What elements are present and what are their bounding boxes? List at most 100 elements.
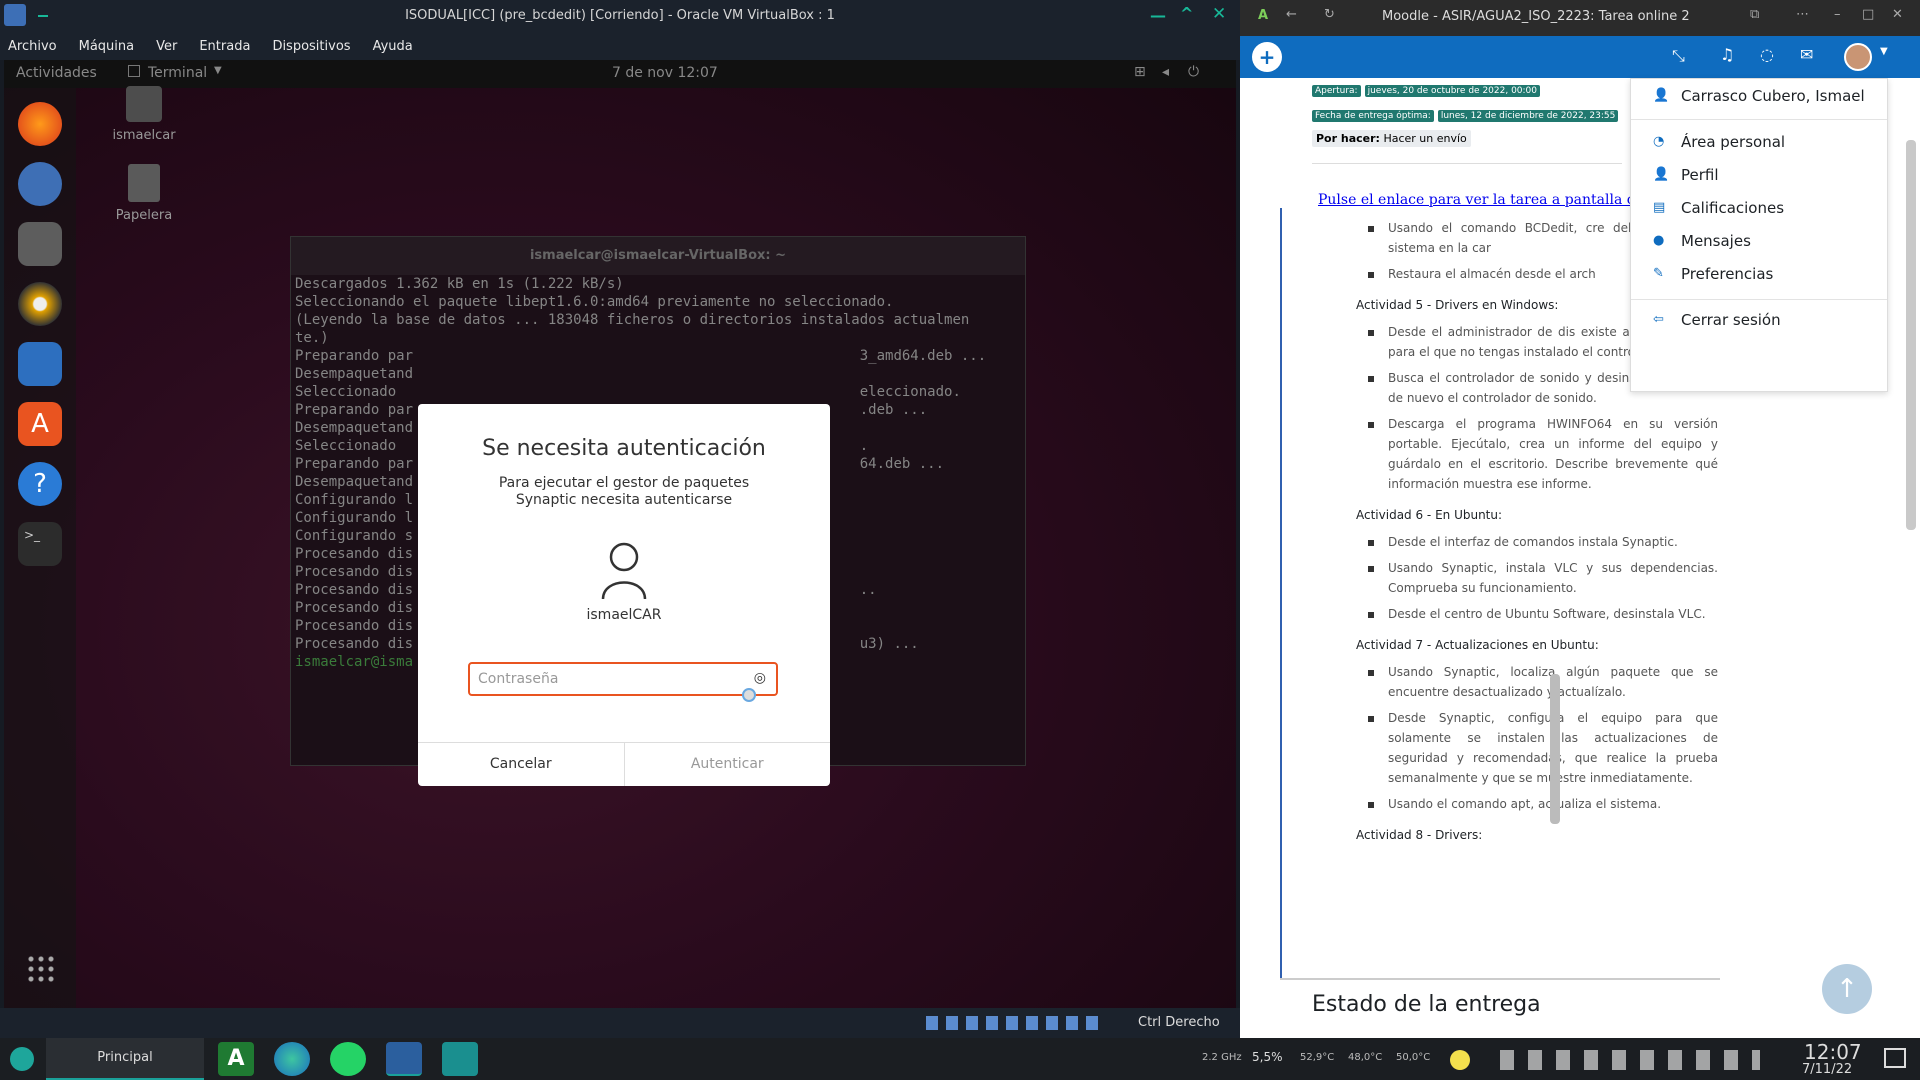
files-task-icon[interactable]	[442, 1042, 478, 1076]
chevron-down-icon: ▼	[214, 65, 222, 76]
start-menu-icon[interactable]	[10, 1047, 34, 1071]
virtualbox-task-icon[interactable]	[386, 1042, 422, 1076]
maximize-icon[interactable]: □	[1862, 7, 1874, 22]
ubuntu-dock: A ? >_	[4, 88, 76, 1008]
cancel-button[interactable]: Cancelar	[418, 743, 625, 786]
activity-heading: Actividad 7 - Actualizaciones en Ubuntu:	[1356, 638, 1599, 652]
rhythmbox-icon[interactable]	[18, 282, 62, 326]
authenticate-button[interactable]: Autenticar	[625, 743, 831, 786]
vbox-titlebar: ISODUAL[ICC] (pre_bcdedit) [Corriendo] -…	[0, 0, 1240, 32]
menu-preferencias[interactable]: ✎ Preferencias	[1631, 259, 1887, 289]
minimize-button[interactable]: —	[1150, 6, 1166, 25]
user-menu-name[interactable]: 👤 Carrasco Cubero, Ismael	[1631, 81, 1887, 111]
horizontal-scrollbar[interactable]	[1280, 978, 1720, 980]
browser-window: A ← ↻ Moodle - ASIR/AGUA2_ISO_2223: Tare…	[1240, 0, 1920, 1038]
whatsapp-icon[interactable]	[330, 1042, 366, 1076]
dialog-buttons: Cancelar Autenticar	[418, 742, 830, 786]
temperature-3: 50,0°C	[1396, 1052, 1431, 1063]
page-scrollbar[interactable]	[1906, 140, 1916, 530]
vbox-title: ISODUAL[ICC] (pre_bcdedit) [Corriendo] -…	[405, 8, 835, 23]
menu-dispositivos[interactable]: Dispositivos	[272, 39, 350, 54]
logout-icon: ⇦	[1653, 312, 1664, 327]
dialog-username: ismaelCAR	[586, 607, 662, 623]
password-field[interactable]: Contraseña ◎	[468, 662, 778, 696]
add-icon[interactable]: +	[1252, 42, 1282, 72]
menu-calificaciones[interactable]: ▤ Calificaciones	[1631, 193, 1887, 223]
terminal-icon[interactable]: >_	[18, 522, 62, 566]
cpu-frequency: 2.2 GHz	[1202, 1052, 1242, 1063]
date-label: Apertura:	[1312, 85, 1361, 97]
power-icon[interactable]: ⏻	[1188, 64, 1199, 80]
moodle-navbar: + ⤡ ♫ ◌ ✉ ▼	[1240, 36, 1920, 78]
guest-screen[interactable]: Actividades Terminal ▼ 7 de nov 12:07 ⊞ …	[4, 60, 1236, 1008]
menu-entrada[interactable]: Entrada	[199, 39, 250, 54]
date-value: lunes, 12 de diciembre de 2022, 23:55	[1437, 110, 1619, 122]
user-menu-dropdown: 👤 Carrasco Cubero, Ismael ◔ Área personal …	[1630, 78, 1888, 392]
edge-icon[interactable]	[274, 1042, 310, 1076]
terminal-line: Seleccionando el paquete libept1.6.0:amd…	[295, 294, 894, 310]
minimize-icon[interactable]: –	[1834, 7, 1841, 22]
thunderbird-icon[interactable]	[18, 162, 62, 206]
more-icon[interactable]: ⋯	[1796, 7, 1809, 22]
workspace-button[interactable]: Principal	[46, 1038, 204, 1080]
app-icon[interactable]: ⧉	[1750, 7, 1759, 22]
weather-icon[interactable]	[1450, 1050, 1470, 1070]
mail-icon[interactable]: ✉	[1800, 45, 1813, 64]
dialog-title: Se necesita autenticación	[482, 436, 766, 461]
network-icon: ⊞	[1134, 64, 1146, 80]
menu-ver[interactable]: Ver	[156, 39, 177, 54]
files-icon[interactable]	[18, 222, 62, 266]
clock-date[interactable]: 7/11/22	[1802, 1062, 1852, 1077]
menu-logout[interactable]: ⇦ Cerrar sesión	[1631, 305, 1887, 335]
refresh-icon[interactable]: ↻	[1324, 7, 1335, 22]
chat-icon[interactable]: ◌	[1760, 45, 1774, 64]
terminal-line: te.)	[295, 330, 329, 346]
vbox-menubar: Archivo Máquina Ver Entrada Dispositivos…	[0, 32, 1240, 60]
terminal-line: Preparando par 3_amd64.deb ...	[295, 348, 987, 364]
trash-icon	[128, 164, 160, 202]
menu-area-personal[interactable]: ◔ Área personal	[1631, 127, 1887, 157]
app-menu[interactable]: Terminal	[148, 65, 207, 81]
moodle-app-icon[interactable]: A	[218, 1042, 254, 1076]
todo-value: Hacer un envío	[1383, 132, 1467, 145]
submission-status-heading: Estado de la entrega	[1312, 992, 1541, 1017]
libreoffice-writer-icon[interactable]	[18, 342, 62, 386]
close-icon[interactable]: ✕	[1892, 7, 1903, 22]
divider	[1312, 163, 1622, 164]
terminal-line: Descargados 1.362 kB en 1s (1.222 kB/s)	[295, 276, 624, 292]
back-icon[interactable]: ←	[1286, 7, 1297, 22]
fullscreen-icon[interactable]: ⤡	[1672, 46, 1685, 66]
menu-mensajes[interactable]: ● Mensajes	[1631, 226, 1887, 256]
trash-desktop-icon[interactable]: Papelera	[104, 164, 184, 223]
reveal-password-icon[interactable]: ◎	[754, 670, 766, 686]
home-folder-desktop-icon[interactable]: ismaelcar	[104, 86, 184, 143]
show-desktop-icon[interactable]	[1884, 1048, 1906, 1068]
password-placeholder: Contraseña	[478, 671, 559, 687]
desktop-icon-label: ismaelcar	[112, 128, 176, 143]
clock-time[interactable]: 12:07	[1804, 1040, 1862, 1064]
help-icon[interactable]: ?	[18, 462, 62, 506]
chevron-down-icon[interactable]: ▼	[1880, 46, 1888, 57]
gnome-clock[interactable]: 7 de nov 12:07	[612, 65, 718, 81]
software-center-icon[interactable]: A	[18, 402, 62, 446]
activities-button[interactable]: Actividades	[16, 65, 97, 81]
virtualbox-window: ISODUAL[ICC] (pre_bcdedit) [Corriendo] -…	[0, 0, 1240, 1038]
close-button[interactable]: ✕	[1212, 4, 1226, 24]
tab-title: Moodle - ASIR/AGUA2_ISO_2223: Tarea onli…	[1382, 9, 1690, 24]
dialog-subtitle: Para ejecutar el gestor de paquetes Syna…	[498, 475, 750, 508]
menu-perfil[interactable]: 👤 Perfil	[1631, 160, 1887, 190]
avatar[interactable]	[1844, 43, 1872, 71]
firefox-icon[interactable]	[18, 102, 62, 146]
menu-maquina[interactable]: Máquina	[79, 39, 135, 54]
back-to-top-button[interactable]: ↑	[1822, 964, 1872, 1014]
system-tray-icons[interactable]	[1500, 1050, 1760, 1070]
show-apps-icon[interactable]	[26, 954, 54, 982]
menu-ayuda[interactable]: Ayuda	[373, 39, 413, 54]
user-icon: 👤	[1653, 88, 1670, 103]
device-status-icons[interactable]	[926, 1016, 1106, 1030]
inner-scrollbar[interactable]	[1550, 126, 1562, 966]
menu-archivo[interactable]: Archivo	[8, 39, 57, 54]
bell-icon[interactable]: ♫	[1720, 45, 1734, 64]
volume-icon: ◂	[1162, 64, 1170, 80]
maximize-button[interactable]: ^	[1180, 4, 1193, 23]
